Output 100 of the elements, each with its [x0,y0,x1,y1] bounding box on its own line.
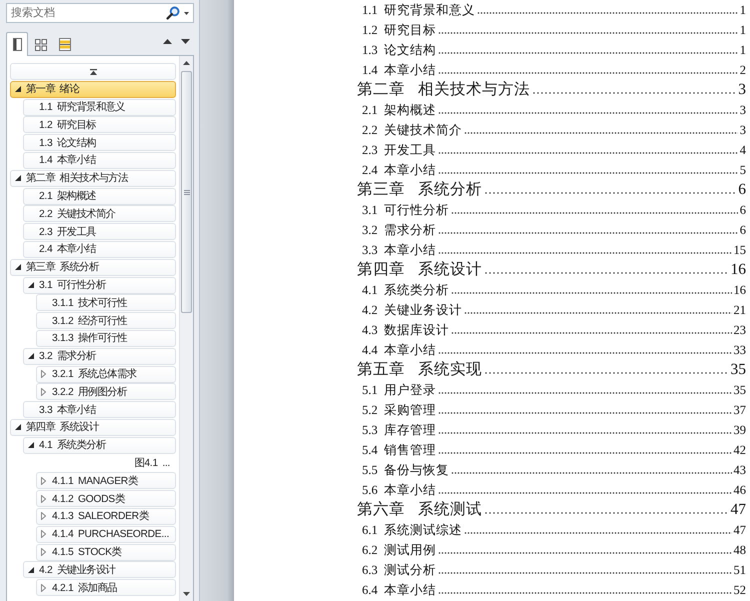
tree-item[interactable]: 4.1.3 SALEORDER类 [36,508,176,525]
toc-entry-title: 6.4 本章小结 [362,582,436,599]
tree-item[interactable]: 1.1 研究背景和意义 [23,98,176,116]
tree-item[interactable]: 1.3 论文结构 [23,134,176,152]
tree-item[interactable]: 2.1 架构概述 [23,188,176,205]
tree-item[interactable]: 图4.1 ... [36,454,176,472]
expanded-triangle-icon[interactable] [28,282,34,288]
page-number: 5 [740,162,746,179]
caret-down-icon [180,39,190,44]
tree-item[interactable]: 4.1.1 MANAGER类 [36,472,176,490]
toc-entry-title: 1.1 研究背景和意义 [362,2,475,19]
tree-item[interactable]: 4.1.2 GOODS类 [36,490,176,508]
collapsed-triangle-icon[interactable] [41,548,46,556]
page-number: 48 [734,542,746,559]
expanded-triangle-icon[interactable] [15,424,21,430]
toc-entry-title: 1.3 论文结构 [362,42,436,59]
tree-item[interactable]: 1.2 研究目标 [23,116,176,134]
tree-item[interactable]: 4.1 系统类分析 [23,436,176,454]
tree-item[interactable]: 2.3 开发工具 [23,223,176,240]
page-number: 1 [740,22,746,39]
tree-item[interactable]: 第一章 绪论 [10,80,176,98]
page-number: 6 [740,202,746,219]
tree-item[interactable]: 3.3 本章小结 [23,401,176,418]
grip-icon [184,190,190,194]
tree-item[interactable]: 第四章 系统设计 [10,418,176,436]
grid-icon [35,38,47,50]
toc-chapter-title: 第三章 系统分析 [357,180,482,200]
toc-chapter-title: 第五章 系统实现 [357,360,482,380]
collapsed-triangle-icon[interactable] [41,388,46,396]
tree-item[interactable]: 3.1 可行性分析 [23,276,176,294]
tree-item[interactable]: 3.2 需求分析 [23,348,176,365]
page-number: 3 [740,102,746,119]
toc-entry-title: 6.3 测试分析 [362,562,436,579]
page-number: 21 [734,302,746,319]
tree-item[interactable]: 4.1.4 PURCHASEORDE... [36,526,176,543]
expanded-triangle-icon[interactable] [28,353,34,360]
expanded-triangle-icon[interactable] [28,442,34,448]
toc-entry-title: 4.3 数据库设计 [362,322,449,339]
toc-entry-title: 2.1 架构概述 [362,102,436,119]
toc-entry-title: 5.6 本章小结 [362,482,436,499]
highlighted-page-icon [59,38,71,51]
page-number: 6 [740,222,746,239]
toc-entry-title: 4.4 本章小结 [362,342,436,359]
collapsed-triangle-icon[interactable] [41,530,46,538]
scrollbar-thumb[interactable] [181,71,192,313]
page-number: 47 [730,500,746,520]
tree-item[interactable]: 3.1.1 技术可行性 [36,294,176,312]
expanded-triangle-icon[interactable] [15,264,21,270]
caret-up-icon [183,61,190,65]
page-number: 4 [740,142,746,159]
toc-entry-title: 5.5 备份与恢复 [362,462,449,479]
search-box[interactable]: 搜索文档 [6,3,194,23]
toc-entry-title: 5.2 采购管理 [362,402,436,419]
toc-entry-title: 5.4 销售管理 [362,442,436,459]
page-number: 52 [734,582,746,599]
page-number: 51 [734,562,746,579]
page-number: 15 [734,242,746,259]
expanded-triangle-icon[interactable] [28,566,34,573]
tree-item[interactable]: 3.1.3 操作可行性 [36,330,176,347]
collapsed-triangle-icon[interactable] [41,370,46,378]
tree-item[interactable]: 1.4 本章小结 [23,152,176,169]
caret-down-icon [183,592,190,596]
tree-item[interactable]: 4.2.1 添加商品 [36,579,176,596]
collapsed-triangle-icon[interactable] [41,494,46,503]
page-number: 23 [734,322,746,339]
toc-entry-title: 6.2 测试用例 [362,542,436,559]
tree-item[interactable]: 3.2.1 系统总体需求 [36,366,176,383]
toc-entry-title: 6.1 系统测试综述 [362,522,462,539]
tree-item[interactable]: 2.2 关键技术简介 [23,205,176,222]
collapsed-triangle-icon[interactable] [41,512,46,520]
caret-down-icon[interactable] [184,12,189,14]
navigation-tab[interactable] [6,32,28,56]
tree-item[interactable]: 4.2 关键业务设计 [23,561,176,578]
tree-item[interactable]: 3.2.2 用例图分析 [36,383,176,400]
expanded-triangle-icon[interactable] [15,175,21,182]
page-number: 1 [740,42,746,59]
page-number: 33 [734,342,746,359]
toc-entry-title: 2.2 关键技术简介 [362,122,462,139]
toc-entry-title: 2.3 开发工具 [362,142,436,159]
tree-item[interactable]: 3.1.2 经济可行性 [36,312,176,330]
top-arrow-icon [90,68,96,74]
search-icon[interactable] [166,6,180,20]
tree-item[interactable]: 第三章 系统分析 [10,258,176,276]
tree-item[interactable]: 4.1.5 STOCK类 [36,544,176,561]
search-field[interactable]: 搜索文档 [9,5,162,21]
page-number: 42 [734,442,746,459]
collapsed-triangle-icon[interactable] [41,584,46,592]
toc-entry-title: 2.4 本章小结 [362,162,436,179]
tree-item[interactable]: 2.4 本章小结 [23,240,176,258]
collapsed-triangle-icon[interactable] [41,476,46,485]
toc-entry-title: 3.1 可行性分析 [362,202,449,219]
page-number: 2 [740,62,746,79]
tree-item[interactable]: 第二章 相关技术与方法 [10,170,176,187]
page-number: 35 [730,360,746,380]
toc-entry-title: 4.2 关键业务设计 [362,302,462,319]
page-number: 6 [738,180,746,200]
page-number: 37 [734,402,746,419]
page-number: 46 [734,482,746,499]
expanded-triangle-icon[interactable] [15,86,21,92]
toc-chapter-title: 第四章 系统设计 [357,260,482,280]
